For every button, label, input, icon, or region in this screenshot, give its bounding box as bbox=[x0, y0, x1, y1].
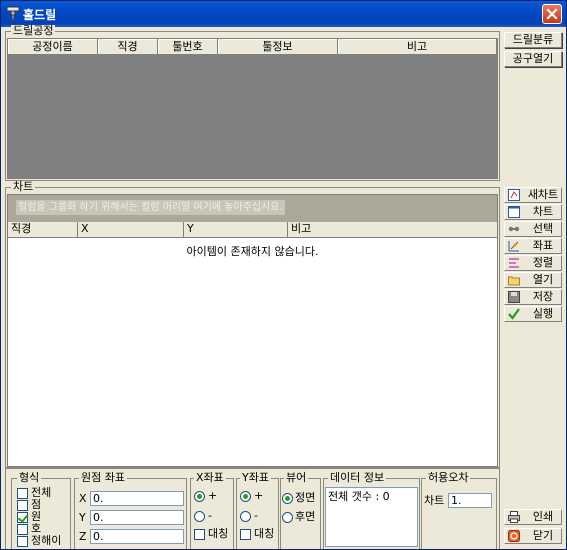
data-info-label: 데이터 정보 bbox=[328, 471, 387, 484]
shape-other-label: 정해이 bbox=[31, 535, 62, 545]
drill-process-header: 공정이름 직경 툴번호 툴정보 비고 bbox=[8, 39, 497, 55]
save-label: 저장 bbox=[532, 290, 554, 303]
close-circle-icon bbox=[508, 530, 520, 542]
shape-arc-checkbox[interactable] bbox=[17, 524, 28, 535]
printer-icon bbox=[508, 511, 520, 523]
y-minus-label: - bbox=[254, 509, 258, 522]
origin-x-label: X bbox=[79, 492, 87, 505]
shape-other-checkbox[interactable] bbox=[17, 536, 28, 547]
drill-process-label: 드릴공정 bbox=[11, 24, 56, 37]
column-header-remarks[interactable]: 비고 bbox=[288, 222, 497, 237]
select-label: 선택 bbox=[532, 222, 554, 235]
drill-process-table[interactable]: 공정이름 직경 툴번호 툴정보 비고 bbox=[7, 38, 498, 179]
group-by-hint: 컬럼을 그룹화 하기 위해서는 컬럼 머리말 여기에 놓아주십시요. bbox=[16, 200, 285, 215]
column-header-x[interactable]: X bbox=[78, 222, 184, 237]
chart-label: 차트 bbox=[532, 205, 554, 218]
drill-classify-button[interactable]: 드릴분류 bbox=[504, 32, 562, 48]
select-icon bbox=[508, 226, 520, 232]
execute-button[interactable]: 실행 bbox=[504, 306, 562, 322]
window-title: 홀드릴 bbox=[23, 8, 57, 22]
x-plus-radio[interactable] bbox=[194, 491, 205, 502]
column-header-remarks[interactable]: 비고 bbox=[338, 39, 497, 55]
sort-button[interactable]: 정렬 bbox=[504, 255, 562, 271]
print-label: 인쇄 bbox=[532, 510, 554, 523]
sort-label: 정렬 bbox=[532, 256, 554, 269]
column-header-tool-info[interactable]: 툴정보 bbox=[218, 39, 338, 55]
print-button[interactable]: 인쇄 bbox=[504, 509, 562, 525]
tolerance-group bbox=[421, 478, 497, 549]
x-plus-label: + bbox=[208, 489, 218, 502]
shape-circle-checkbox[interactable] bbox=[17, 512, 28, 523]
holdrill-window: 홀드릴 드릴공정 공정이름 직경 툴번호 툴정보 비고 드릴분류 공구열기 차트… bbox=[0, 0, 567, 550]
data-info-box: 전체 갯수 : 0 bbox=[325, 487, 418, 547]
open-label: 열기 bbox=[532, 273, 554, 286]
folder-open-icon bbox=[508, 276, 520, 286]
chart-icon bbox=[508, 206, 520, 218]
view-back-label: 후면 bbox=[295, 510, 316, 523]
group-by-area[interactable]: 컬럼을 그룹화 하기 위해서는 컬럼 머리말 여기에 놓아주십시요. bbox=[8, 195, 497, 222]
save-icon bbox=[508, 291, 520, 303]
x-coord-label: X좌표 bbox=[194, 471, 226, 484]
total-count: 전체 갯수 : 0 bbox=[328, 490, 390, 503]
new-chart-label: 새차트 bbox=[527, 188, 559, 201]
chart-grid[interactable]: 컬럼을 그룹화 하기 위해서는 컬럼 머리말 여기에 놓아주십시요. 직경 X … bbox=[7, 194, 498, 467]
column-header-tool-number[interactable]: 툴번호 bbox=[158, 39, 218, 55]
close-button[interactable]: 닫기 bbox=[504, 528, 562, 544]
y-minus-radio[interactable] bbox=[240, 511, 251, 522]
chart-group-label: 차트 bbox=[11, 180, 36, 193]
shape-point-checkbox[interactable] bbox=[17, 500, 28, 511]
open-tool-button[interactable]: 공구열기 bbox=[504, 51, 562, 67]
origin-y-label: Y bbox=[79, 511, 86, 524]
shape-all-checkbox[interactable] bbox=[17, 488, 28, 499]
chart-button[interactable]: 차트 bbox=[504, 204, 562, 220]
tolerance-chart-label: 차트 bbox=[424, 494, 445, 507]
origin-z-label: Z bbox=[79, 530, 87, 543]
new-chart-icon bbox=[508, 189, 520, 201]
drill-icon bbox=[6, 6, 20, 22]
y-plus-radio[interactable] bbox=[240, 491, 251, 502]
close-window-button[interactable] bbox=[542, 4, 562, 24]
coordinate-icon bbox=[508, 241, 519, 252]
column-header-diameter[interactable]: 직경 bbox=[98, 39, 158, 55]
y-coord-label: Y좌표 bbox=[240, 471, 271, 484]
column-header-process-name[interactable]: 공정이름 bbox=[8, 39, 98, 55]
view-front-radio[interactable] bbox=[282, 493, 293, 504]
coordinate-label: 좌표 bbox=[532, 239, 554, 252]
column-header-diameter[interactable]: 직경 bbox=[8, 222, 78, 237]
new-chart-button[interactable]: 새차트 bbox=[504, 187, 562, 203]
sort-icon bbox=[509, 258, 519, 268]
y-symmetric-checkbox[interactable] bbox=[240, 529, 251, 540]
save-button[interactable]: 저장 bbox=[504, 289, 562, 305]
coordinate-button[interactable]: 좌표 bbox=[504, 238, 562, 254]
title-bar[interactable]: 홀드릴 bbox=[1, 1, 566, 27]
x-minus-label: - bbox=[208, 509, 212, 522]
x-symmetric-label: 대칭 bbox=[208, 527, 229, 540]
y-symmetric-label: 대칭 bbox=[254, 527, 275, 540]
checkmark-icon bbox=[508, 308, 520, 320]
column-header-y[interactable]: Y bbox=[184, 222, 288, 237]
view-back-radio[interactable] bbox=[282, 512, 293, 523]
select-button[interactable]: 선택 bbox=[504, 221, 562, 237]
origin-z-input[interactable]: 0. bbox=[90, 529, 184, 544]
viewer-label: 뷰어 bbox=[284, 471, 309, 484]
empty-message: 아이템이 존재하지 않습니다. bbox=[186, 245, 319, 258]
chart-header: 직경 X Y 비고 bbox=[8, 222, 497, 238]
shape-label: 형식 bbox=[17, 471, 42, 484]
origin-y-input[interactable]: 0. bbox=[90, 510, 184, 525]
x-symmetric-checkbox[interactable] bbox=[194, 529, 205, 540]
tolerance-label: 허용오차 bbox=[426, 471, 471, 484]
y-plus-label: + bbox=[254, 489, 264, 502]
x-minus-radio[interactable] bbox=[194, 511, 205, 522]
execute-label: 실행 bbox=[532, 307, 554, 320]
view-front-label: 정면 bbox=[295, 491, 316, 504]
close-label: 닫기 bbox=[532, 529, 554, 542]
open-button[interactable]: 열기 bbox=[504, 272, 562, 288]
close-icon bbox=[546, 8, 558, 20]
shape-arc-label: 호 bbox=[31, 522, 42, 535]
origin-label: 원점 좌표 bbox=[79, 471, 127, 484]
origin-x-input[interactable]: 0. bbox=[90, 491, 184, 506]
tolerance-chart-input[interactable]: 1. bbox=[448, 493, 492, 508]
